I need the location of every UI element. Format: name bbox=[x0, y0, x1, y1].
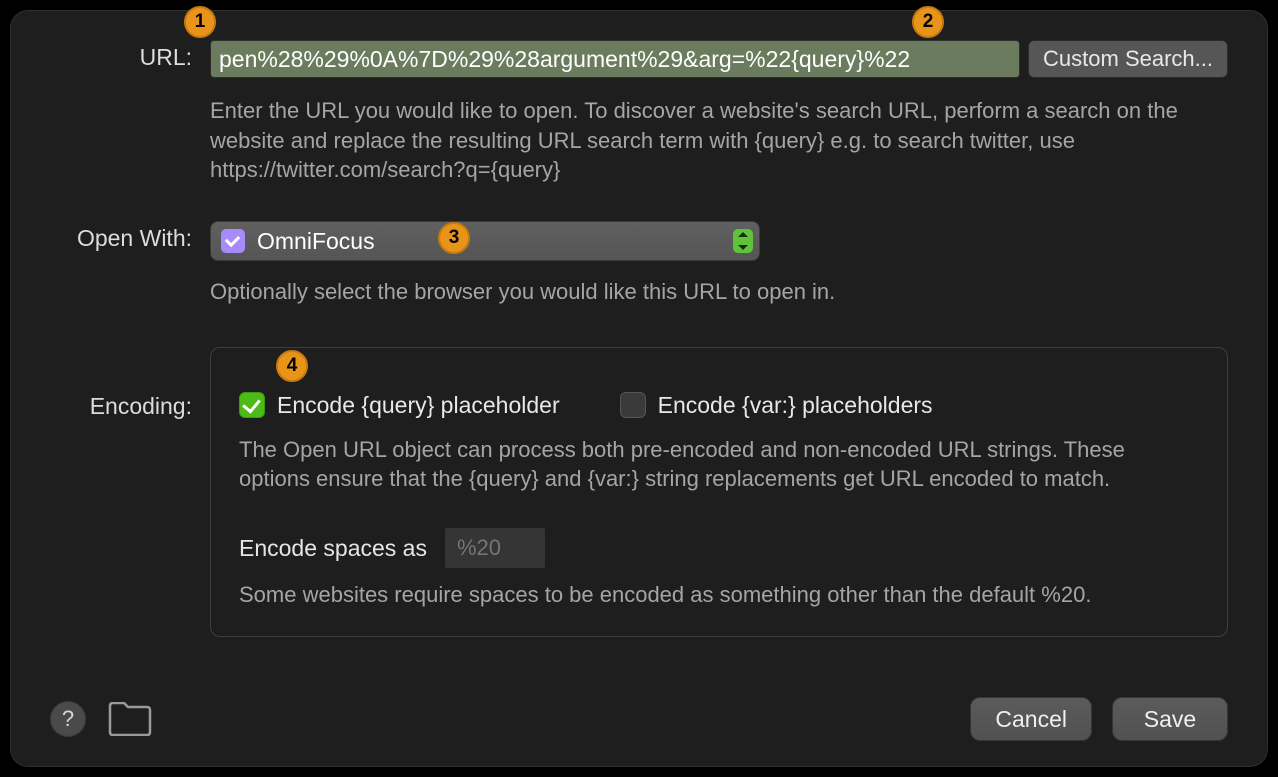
open-with-help-text: Optionally select the browser you would … bbox=[210, 277, 1228, 307]
open-with-select[interactable]: OmniFocus bbox=[210, 221, 760, 261]
select-stepper-icon bbox=[733, 229, 753, 253]
url-label: URL: bbox=[50, 40, 210, 71]
encoding-group-box: Encode {query} placeholder Encode {var:}… bbox=[210, 347, 1228, 637]
custom-search-button[interactable]: Custom Search... bbox=[1028, 40, 1228, 78]
encode-query-label: Encode {query} placeholder bbox=[277, 392, 560, 419]
encode-var-checkbox[interactable]: Encode {var:} placeholders bbox=[620, 392, 933, 419]
encode-spaces-input[interactable] bbox=[445, 528, 545, 568]
callout-4: 4 bbox=[276, 350, 308, 382]
omnifocus-app-icon bbox=[221, 229, 245, 253]
open-with-app-name: OmniFocus bbox=[257, 228, 375, 255]
save-button[interactable]: Save bbox=[1112, 697, 1228, 741]
callout-3: 3 bbox=[438, 222, 470, 254]
open-with-label: Open With: bbox=[50, 221, 210, 252]
url-input[interactable]: pen%28%29%0A%7D%29%28argument%29&arg=%22… bbox=[210, 40, 1020, 78]
encoding-help-text: The Open URL object can process both pre… bbox=[239, 435, 1199, 494]
encode-query-checkbox[interactable]: Encode {query} placeholder bbox=[239, 392, 560, 419]
checkbox-unchecked-icon bbox=[620, 392, 646, 418]
cancel-button[interactable]: Cancel bbox=[970, 697, 1092, 741]
encoding-row: Encoding: Encode {query} placeholder Enc… bbox=[50, 347, 1228, 637]
encode-spaces-help-text: Some websites require spaces to be encod… bbox=[239, 582, 1199, 608]
footer: ? Cancel Save bbox=[50, 697, 1228, 741]
url-row: URL: pen%28%29%0A%7D%29%28argument%29&ar… bbox=[50, 40, 1228, 185]
open-url-config-window: 1 2 3 4 URL: pen%28%29%0A%7D%29%28argume… bbox=[10, 10, 1268, 767]
callout-2: 2 bbox=[912, 6, 944, 38]
encoding-label: Encoding: bbox=[50, 347, 210, 637]
help-button[interactable]: ? bbox=[50, 701, 86, 737]
encode-var-label: Encode {var:} placeholders bbox=[658, 392, 933, 419]
checkbox-checked-icon bbox=[239, 392, 265, 418]
folder-icon[interactable] bbox=[108, 702, 152, 736]
url-help-text: Enter the URL you would like to open. To… bbox=[210, 96, 1228, 185]
callout-1: 1 bbox=[184, 6, 216, 38]
encode-spaces-label: Encode spaces as bbox=[239, 535, 427, 562]
open-with-row: Open With: OmniFocus Optionally select t… bbox=[50, 221, 1228, 307]
